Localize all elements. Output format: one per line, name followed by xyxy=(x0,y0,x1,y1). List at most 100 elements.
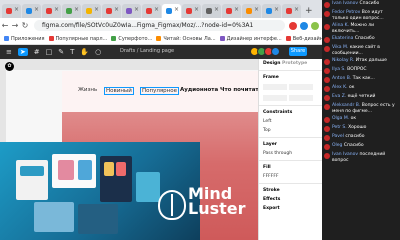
comment-tool-icon[interactable]: ○ xyxy=(95,48,101,56)
h-field[interactable] xyxy=(289,94,313,101)
fill-hex-field[interactable]: FFFFFF xyxy=(259,172,322,181)
browser-tab[interactable]: × xyxy=(202,4,221,18)
fill-label: Fill xyxy=(263,165,271,170)
chat-message: Alex K. ок xyxy=(322,84,400,93)
tab-close-icon[interactable]: × xyxy=(114,6,119,13)
position-fields xyxy=(259,82,322,93)
tab-close-icon[interactable]: × xyxy=(74,6,79,13)
tab-design[interactable]: Design xyxy=(263,61,280,66)
tab-favicon-icon xyxy=(186,8,192,14)
bookmark-item[interactable]: Суперфото... xyxy=(111,36,152,42)
share-button[interactable]: Share xyxy=(289,47,307,56)
extension-icon[interactable] xyxy=(300,21,308,30)
brand-line-2: Luster xyxy=(188,199,246,218)
chat-message-body: Vika M. какие сайт в сообщении... xyxy=(332,45,398,56)
chat-avatar xyxy=(324,117,330,123)
browser-tab[interactable]: × xyxy=(82,4,101,18)
tab-close-icon[interactable]: × xyxy=(214,6,219,13)
chat-author: Aleksandr B. xyxy=(332,103,361,108)
back-icon[interactable]: ← xyxy=(0,21,10,30)
bookmark-icon xyxy=(156,36,162,41)
bookmark-item[interactable]: Дизайнер интерфе... xyxy=(219,36,282,42)
chat-message: Oleg Спасибо xyxy=(322,142,400,151)
bookmark-item[interactable]: Популярные парл... xyxy=(48,36,107,42)
export-label: Export xyxy=(263,206,280,211)
mockup-card xyxy=(78,204,118,234)
tab-close-icon[interactable]: × xyxy=(34,6,39,13)
browser-tab[interactable]: × xyxy=(142,4,161,18)
site-logo[interactable]: ✿ xyxy=(5,62,14,71)
browser-tab[interactable]: × xyxy=(162,4,181,18)
tab-close-icon[interactable]: × xyxy=(154,6,159,13)
bookmark-item[interactable]: Читай: Основы Ла... xyxy=(156,36,216,42)
mockup-card xyxy=(78,160,92,180)
reload-icon[interactable]: ↻ xyxy=(20,21,30,30)
forward-icon[interactable]: → xyxy=(10,21,20,30)
profile-avatar[interactable] xyxy=(311,21,319,30)
move-tool-icon[interactable]: ➤ xyxy=(17,48,28,56)
tab-close-icon[interactable]: × xyxy=(54,6,59,13)
live-chat-panel: Ivan Ivanov Спасибо Fedor Petrov Все идут… xyxy=(322,0,400,240)
chat-avatar xyxy=(324,11,330,17)
chat-message: Fedor Petrov Все идут только один вопрос… xyxy=(322,9,400,22)
tab-close-icon[interactable]: × xyxy=(254,6,259,13)
tab-close-icon[interactable]: × xyxy=(174,6,179,13)
hand-tool-icon[interactable]: ✋ xyxy=(80,48,89,56)
collaborator-avatar[interactable] xyxy=(271,47,280,56)
chat-text: ок xyxy=(348,85,355,90)
tab-close-icon[interactable]: × xyxy=(274,6,279,13)
browser-tab[interactable]: × xyxy=(182,4,201,18)
constraint-left[interactable]: Left xyxy=(259,117,322,126)
chat-message: Eva Z. ещё четкий xyxy=(322,93,400,102)
tab-close-icon[interactable]: × xyxy=(94,6,99,13)
design-nav-item[interactable]: Популярное xyxy=(140,87,180,95)
tab-favicon-icon xyxy=(226,8,232,14)
extension-icon[interactable] xyxy=(289,21,297,30)
x-field[interactable] xyxy=(263,84,287,90)
browser-tab[interactable]: × xyxy=(262,4,281,18)
shape-tool-icon[interactable]: □ xyxy=(46,48,53,56)
figma-menu-icon[interactable]: ≡ xyxy=(6,48,12,56)
bookmark-item[interactable]: Веб-дизайнер отб... xyxy=(285,36,322,42)
tab-bar: × × × × × × × × × × × × × × × + xyxy=(0,0,322,18)
tab-favicon-icon xyxy=(166,8,172,14)
tab-close-icon[interactable]: × xyxy=(294,6,299,13)
tab-close-icon[interactable]: × xyxy=(14,6,19,13)
pen-tool-icon[interactable]: ✎ xyxy=(58,48,64,56)
watermark-brand: Mind Luster xyxy=(188,186,246,218)
browser-tab[interactable]: × xyxy=(2,4,21,18)
tab-close-icon[interactable]: × xyxy=(194,6,199,13)
text-tool-icon[interactable]: T xyxy=(70,48,74,56)
frame-tool-icon[interactable]: # xyxy=(34,48,40,56)
browser-tab[interactable]: × xyxy=(102,4,121,18)
design-nav-item[interactable]: Новиный xyxy=(104,87,134,95)
browser-tab[interactable]: × xyxy=(282,4,301,18)
browser-tab[interactable]: × xyxy=(62,4,81,18)
divider xyxy=(259,160,322,161)
browser-tab[interactable]: × xyxy=(242,4,261,18)
properties-panel: Design Prototype Frame Constraints Left … xyxy=(258,59,322,240)
chat-message-body: Olga M. ок xyxy=(332,116,356,123)
design-nav-item[interactable]: Аудионнота xyxy=(180,87,218,93)
y-field[interactable] xyxy=(289,84,313,90)
constraint-top[interactable]: Top xyxy=(259,126,322,135)
tab-close-icon[interactable]: × xyxy=(134,6,139,13)
chat-message: Alina K. Можно ли включить... xyxy=(322,22,400,35)
new-tab-button[interactable]: + xyxy=(305,4,313,18)
divider xyxy=(259,183,322,184)
tab-prototype[interactable]: Prototype xyxy=(282,61,307,66)
browser-tab[interactable]: × xyxy=(122,4,141,18)
design-nav-item[interactable]: Жизнь xyxy=(78,87,97,93)
constraints-label: Constraints xyxy=(263,110,293,115)
browser-tab[interactable]: × xyxy=(222,4,241,18)
w-field[interactable] xyxy=(263,94,287,101)
tab-close-icon[interactable]: × xyxy=(234,6,239,13)
design-nav-item[interactable]: Что почитать xyxy=(220,87,262,93)
chat-message-body: Alina K. Можно ли включить... xyxy=(332,23,398,34)
url-input[interactable]: figma.com/file/SOtVc0uZ0wIa...Figma_Figm… xyxy=(34,20,285,31)
document-title[interactable]: Drafts / Landing page xyxy=(120,48,174,54)
bookmark-item[interactable]: Приложения xyxy=(4,36,45,42)
browser-tab[interactable]: × xyxy=(42,4,61,18)
blend-mode-select[interactable]: Pass through xyxy=(259,149,322,158)
browser-tab[interactable]: × xyxy=(22,4,41,18)
